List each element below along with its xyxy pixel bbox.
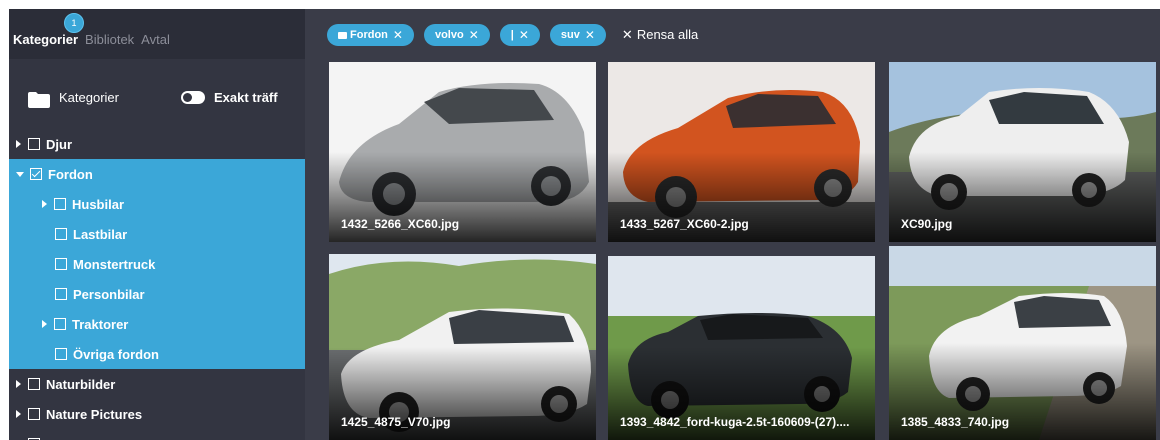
exact-match-toggle[interactable] [181,91,205,104]
close-icon: ✕ [621,27,633,42]
filter-chip-label: | [510,29,514,41]
tab-avtal[interactable]: Avtal [141,32,170,47]
tree-item-label: Fordon [48,166,93,182]
categories-title: Kategorier [59,90,119,105]
filter-chip-fordon[interactable]: Fordon ✕ [327,24,414,46]
close-icon[interactable]: ✕ [469,28,479,42]
folder-icon [338,31,347,39]
tab-badge: 1 [64,13,84,33]
sidebar-tabbar: Kategorier Bibliotek Avtal 1 [9,9,305,59]
tab-kategorier[interactable]: Kategorier [13,32,78,47]
tree-item-label: Naturbilder [46,376,116,392]
image-filename: XC90.jpg [901,217,953,231]
tab-bibliotek[interactable]: Bibliotek [85,32,134,47]
image-card[interactable]: 1385_4833_740.jpg [889,246,1156,440]
caret-right-icon[interactable] [16,140,21,148]
image-card[interactable]: 1393_4842_ford-kuga-2.5t-160609-(27).... [608,254,875,440]
filter-chip-pipe[interactable]: | ✕ [499,24,540,46]
close-icon[interactable]: ✕ [519,28,529,42]
tree-item[interactable]: Övriga fordon [9,339,305,369]
tree-item-label: Traktorer [72,316,129,332]
tree-item-label: Test [46,437,72,440]
image-filename: 1385_4833_740.jpg [901,415,1010,429]
image-card[interactable]: 1432_5266_XC60.jpg [329,62,596,242]
filter-chip-label: volvo [434,29,464,41]
tree-item-label: Monstertruck [73,256,156,272]
tree-item[interactable]: Fordon [9,159,305,189]
image-card[interactable]: 1425_4875_V70.jpg [329,254,596,440]
caret-right-icon[interactable] [16,410,21,418]
tree-item-label: Övriga fordon [73,346,159,362]
filter-chips: Fordon ✕ volvo ✕ | ✕ suv ✕ ✕ Rensa alla [327,24,698,46]
filter-chip-volvo[interactable]: volvo ✕ [423,24,490,46]
tree-item[interactable]: Nature Pictures [9,399,305,429]
tree-checkbox[interactable] [54,198,66,210]
tree-item[interactable]: Monstertruck [9,249,305,279]
image-browser: Fordon ✕ volvo ✕ | ✕ suv ✕ ✕Rensa alla [305,9,1160,440]
tree-checkbox[interactable] [28,408,40,420]
clear-all-button[interactable]: ✕ Rensa alla [622,27,698,43]
tree-item-label: Personbilar [73,286,145,302]
tree-item[interactable]: Test [9,429,305,440]
close-icon[interactable]: ✕ [585,28,595,42]
filter-chip-label: suv [560,29,580,41]
image-card[interactable]: 1433_5267_XC60-2.jpg [608,62,875,242]
tree-checkbox[interactable] [28,138,40,150]
image-card[interactable]: XC90.jpg [889,62,1156,242]
tree-item[interactable]: Naturbilder [9,369,305,399]
exact-match-label: Exakt träff [214,90,278,105]
tree-item[interactable]: Djur [9,129,305,159]
image-filename: 1433_5267_XC60-2.jpg [620,217,749,231]
tree-item[interactable]: Personbilar [9,279,305,309]
caret-right-icon[interactable] [42,320,47,328]
caret-right-icon[interactable] [42,200,47,208]
tree-checkbox[interactable] [28,378,40,390]
clear-all-label: Rensa alla [636,27,699,42]
caret-down-icon[interactable] [16,171,24,177]
filter-chip-suv[interactable]: suv ✕ [549,24,606,46]
tree-item[interactable]: Traktorer [9,309,305,339]
tree-item-label: Husbilar [72,196,125,212]
folder-icon [28,92,50,108]
tree-item[interactable]: Lastbilar [9,219,305,249]
tree-checkbox[interactable] [55,288,67,300]
tree-checkbox[interactable] [55,228,67,240]
image-filename: 1393_4842_ford-kuga-2.5t-160609-(27).... [620,415,850,429]
tree-checkbox[interactable] [55,348,67,360]
caret-right-icon[interactable] [16,380,21,388]
tree-checkbox[interactable] [30,168,42,180]
categories-header: Kategorier Exakt träff [9,59,305,129]
tree-item-label: Djur [46,136,72,152]
close-icon[interactable]: ✕ [393,28,403,42]
image-filename: 1432_5266_XC60.jpg [341,217,460,231]
tree-item-label: Lastbilar [73,226,128,242]
filter-chip-label: Fordon [350,29,388,41]
image-filename: 1425_4875_V70.jpg [341,415,451,429]
tree-checkbox[interactable] [54,318,66,330]
sidebar: Kategorier Bibliotek Avtal 1 Kategorier … [9,9,305,440]
tree-checkbox[interactable] [55,258,67,270]
tree-item-label: Nature Pictures [46,406,143,422]
tree-item[interactable]: Husbilar [9,189,305,219]
category-tree: Djur Fordon Husbilar Lastbilar Monstertruck P… [9,129,305,440]
